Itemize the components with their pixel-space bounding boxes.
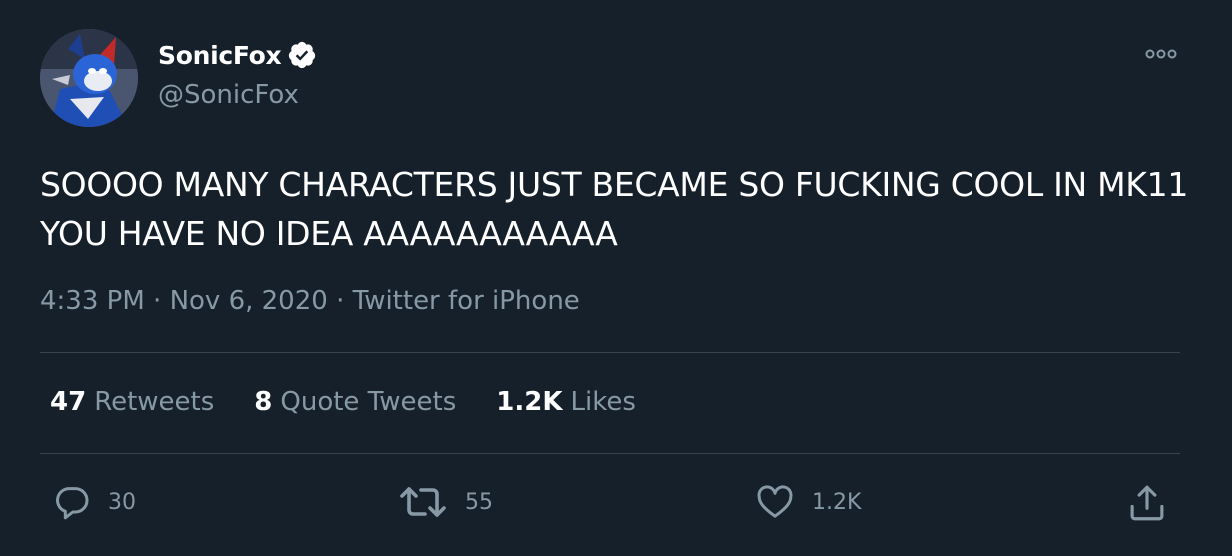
likes-count: 1.2K <box>496 387 563 417</box>
like-count: 1.2K <box>812 489 862 515</box>
likes-label: Likes <box>570 387 636 417</box>
reply-count: 30 <box>108 489 136 515</box>
reply-button[interactable]: 30 <box>52 482 136 522</box>
divider <box>40 453 1180 454</box>
avatar[interactable] <box>40 29 138 127</box>
display-name[interactable]: SonicFox <box>158 41 282 70</box>
user-handle[interactable]: @SonicFox <box>158 80 299 110</box>
quote-tweets-label: Quote Tweets <box>280 387 457 417</box>
more-options-icon <box>1145 49 1177 59</box>
retweet-button[interactable]: 55 <box>397 482 493 522</box>
share-icon <box>1130 485 1164 521</box>
meta-separator: · <box>153 286 170 316</box>
heart-icon <box>757 485 793 518</box>
quote-tweets-count: 8 <box>254 387 273 417</box>
tweet-source[interactable]: Twitter for iPhone <box>353 286 580 316</box>
tweet-detail: SonicFox @SonicFox SOOOO MANY CHARACTERS… <box>0 0 1232 556</box>
retweets-count: 47 <box>50 387 87 417</box>
likes-stat[interactable]: 1.2K Likes <box>496 387 636 417</box>
retweets-label: Retweets <box>94 387 215 417</box>
tweet-time[interactable]: 4:33 PM <box>40 286 145 316</box>
divider <box>40 352 1180 353</box>
retweet-count: 55 <box>465 489 493 515</box>
meta-separator: · <box>336 286 353 316</box>
tweet-stats: 47 Retweets 8 Quote Tweets 1.2K Likes <box>50 387 636 417</box>
quote-tweets-stat[interactable]: 8 Quote Tweets <box>254 387 456 417</box>
like-button[interactable]: 1.2K <box>754 482 861 522</box>
tweet-metadata: 4:33 PM · Nov 6, 2020 · Twitter for iPho… <box>40 286 580 316</box>
tweet-text: SOOOO MANY CHARACTERS JUST BECAME SO FUC… <box>40 165 1189 253</box>
share-button[interactable] <box>1126 482 1168 524</box>
verified-badge-icon <box>289 41 316 69</box>
more-options-button[interactable] <box>1142 44 1182 64</box>
retweets-stat[interactable]: 47 Retweets <box>50 387 214 417</box>
avatar-image <box>40 29 138 127</box>
reply-icon <box>56 487 89 520</box>
user-name-row: SonicFox <box>158 40 317 70</box>
tweet-date[interactable]: Nov 6, 2020 <box>170 286 328 316</box>
retweet-icon <box>400 487 446 517</box>
